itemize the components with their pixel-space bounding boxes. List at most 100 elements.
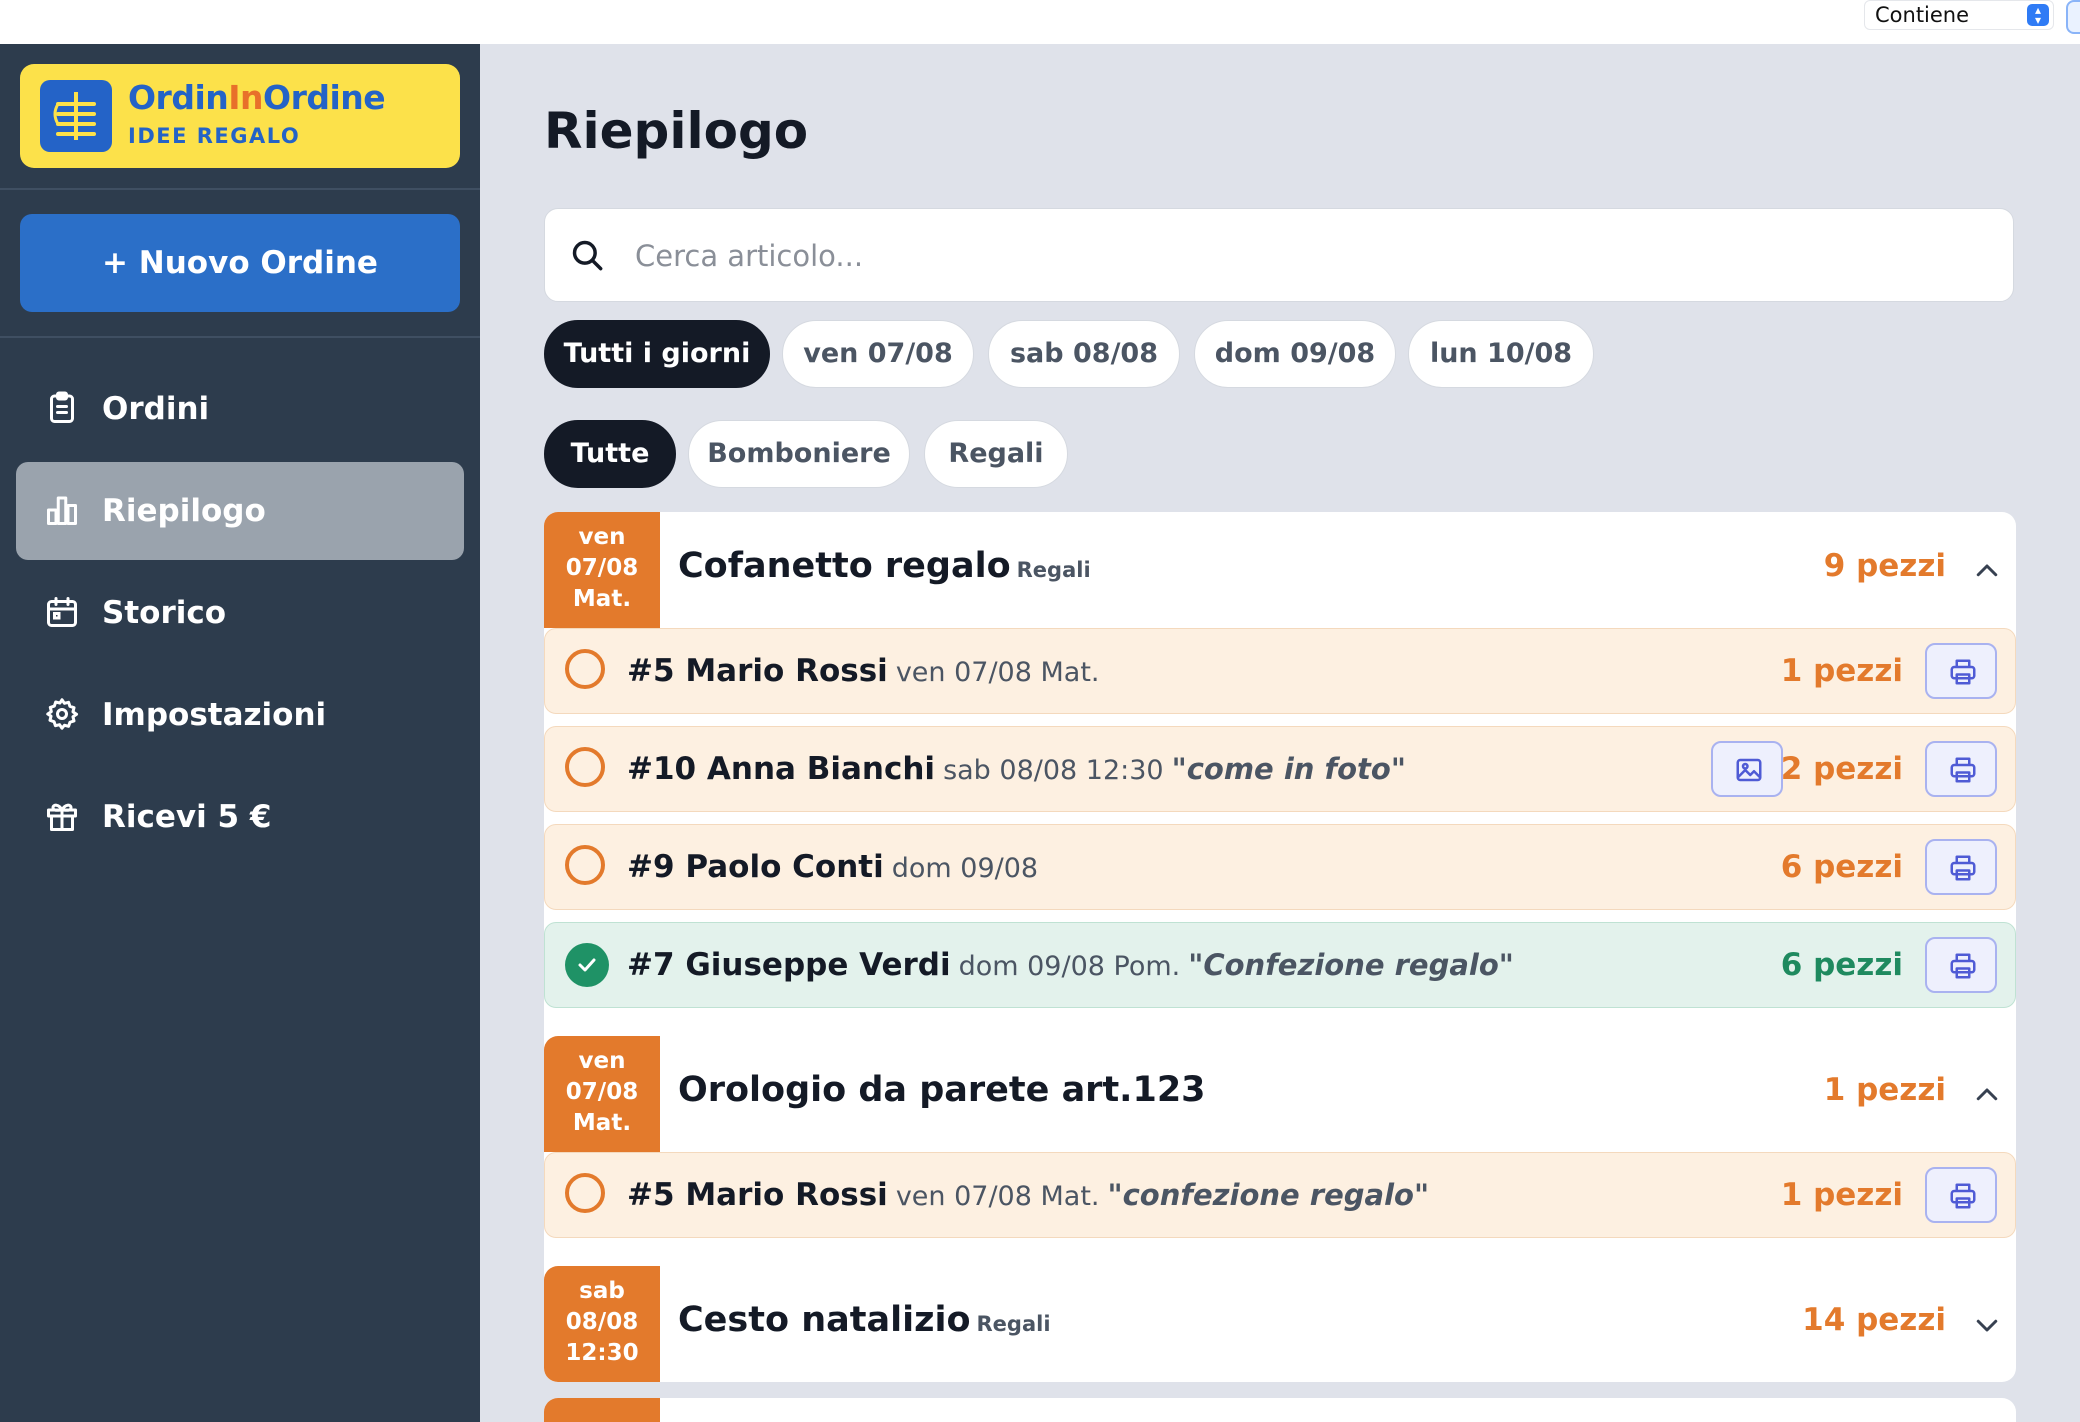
category-filter-regali[interactable]: Regali	[924, 420, 1068, 488]
day-filter-lun[interactable]: lun 10/08	[1408, 320, 1594, 388]
date-badge: sab 08/08 12:30	[544, 1266, 660, 1382]
sidebar-item-storico[interactable]: Storico	[16, 564, 464, 662]
product-header[interactable]: Orologio da parete art.123	[678, 1070, 1206, 1110]
product-qty: 1 pezzi	[1823, 1072, 1946, 1108]
printer-icon	[1950, 953, 1976, 979]
order-name: #5 Mario Rossi	[627, 1177, 888, 1213]
order-when: ven 07/08 Mat.	[895, 657, 1100, 688]
day-filter-all[interactable]: Tutti i giorni	[544, 320, 770, 388]
order-note: "Confezione regalo"	[1188, 948, 1514, 982]
brand-subtitle: IDEE REGALO	[128, 124, 301, 148]
order-name: #10 Anna Bianchi	[627, 751, 936, 787]
chevron-up-icon[interactable]	[1972, 556, 2002, 586]
order-row[interactable]: #5 Mario Rossi ven 07/08 Mat. "confezione …	[544, 1152, 2016, 1238]
product-card: ven 07/08 Mat. Cofanetto regalo Regali 9 pe…	[544, 512, 2016, 1064]
product-name: Cofanetto regalo	[678, 546, 1011, 586]
order-when: dom 09/08	[891, 853, 1039, 884]
order-qty: 1 pezzi	[1780, 1177, 1903, 1213]
product-header[interactable]: Cofanetto regalo Regali	[678, 546, 1091, 586]
divider	[0, 188, 480, 190]
sidebar-item-label: Storico	[102, 595, 227, 631]
order-note: "confezione regalo"	[1107, 1178, 1430, 1212]
product-qty: 14 pezzi	[1802, 1302, 1946, 1338]
status-done-icon[interactable]	[565, 943, 609, 987]
main-content: Riepilogo Tutti i giorni ven 07/08 sab 0…	[480, 44, 2080, 1422]
chevron-down-icon[interactable]	[1972, 1310, 2002, 1340]
sidebar-item-label: Ricevi 5 €	[102, 799, 272, 835]
sidebar-item-label: Impostazioni	[102, 697, 327, 733]
product-card[interactable]	[544, 1398, 2016, 1422]
product-name: Cesto natalizio	[678, 1300, 971, 1340]
order-when: ven 07/08 Mat.	[895, 1181, 1100, 1212]
product-category: Regali	[976, 1312, 1051, 1336]
brand-logo[interactable]: OrdinInOrdine IDEE REGALO	[20, 64, 460, 168]
day-filter-ven[interactable]: ven 07/08	[782, 320, 974, 388]
calendar-icon	[47, 597, 77, 627]
print-button[interactable]	[1925, 937, 1997, 993]
browser-top-strip: Contiene ▴ ▾	[0, 0, 2080, 44]
status-pending-icon[interactable]	[565, 747, 605, 787]
product-qty: 9 pezzi	[1823, 548, 1946, 584]
status-pending-icon[interactable]	[565, 1173, 605, 1213]
date-badge	[544, 1398, 660, 1422]
order-when: dom 09/08 Pom.	[958, 951, 1181, 982]
status-pending-icon[interactable]	[565, 845, 605, 885]
logo-mark-icon	[40, 80, 112, 152]
order-note: "come in foto"	[1171, 752, 1406, 786]
printer-icon	[1950, 757, 1976, 783]
clipboard-icon	[50, 391, 74, 423]
image-icon	[1736, 758, 1762, 782]
product-header[interactable]: Cesto natalizio Regali	[678, 1300, 1051, 1340]
print-button[interactable]	[1925, 643, 1997, 699]
divider	[0, 336, 480, 338]
search-input[interactable]	[633, 229, 1977, 283]
photo-button[interactable]	[1711, 741, 1783, 797]
category-filter-all[interactable]: Tutte	[544, 420, 676, 488]
printer-icon	[1950, 855, 1976, 881]
order-qty: 2 pezzi	[1780, 751, 1903, 787]
filter-mode-select[interactable]: Contiene ▴ ▾	[1864, 0, 2054, 30]
page-title: Riepilogo	[544, 102, 809, 160]
order-row[interactable]: #5 Mario Rossi ven 07/08 Mat. 1 pezzi	[544, 628, 2016, 714]
new-order-button[interactable]: + Nuovo Ordine	[20, 214, 460, 312]
sidebar-item-label: Ordini	[102, 391, 210, 427]
order-qty: 1 pezzi	[1780, 653, 1903, 689]
gear-icon	[46, 698, 79, 730]
order-name: #9 Paolo Conti	[627, 849, 884, 885]
order-qty: 6 pezzi	[1780, 947, 1903, 983]
order-qty: 6 pezzi	[1780, 849, 1903, 885]
product-card: ven 07/08 Mat. Orologio da parete art.123 …	[544, 1036, 2016, 1294]
print-button[interactable]	[1925, 741, 1997, 797]
print-button[interactable]	[1925, 1167, 1997, 1223]
date-badge: ven 07/08 Mat.	[544, 1036, 660, 1152]
order-row[interactable]: #9 Paolo Conti dom 09/08 6 pezzi	[544, 824, 2016, 910]
select-arrows-icon: ▴ ▾	[2027, 4, 2049, 26]
day-filter-dom[interactable]: dom 09/08	[1194, 320, 1396, 388]
order-row[interactable]: #10 Anna Bianchi sab 08/08 12:30 "come in …	[544, 726, 2016, 812]
search-icon	[572, 240, 603, 271]
sidebar-item-ordini[interactable]: Ordini	[16, 360, 464, 458]
gift-icon	[47, 803, 77, 831]
product-card[interactable]: sab 08/08 12:30 Cesto natalizio Regali 14 p…	[544, 1266, 2016, 1382]
category-filter-bomboniere[interactable]: Bomboniere	[688, 420, 910, 488]
chevron-up-icon[interactable]	[1972, 1080, 2002, 1110]
filter-mode-value: Contiene	[1875, 3, 1970, 27]
search-box[interactable]	[544, 208, 2014, 302]
sidebar-item-impostazioni[interactable]: Impostazioni	[16, 666, 464, 764]
print-button[interactable]	[1925, 839, 1997, 895]
sidebar-item-riepilogo[interactable]: Riepilogo	[16, 462, 464, 560]
bar-chart-icon	[47, 496, 77, 525]
printer-icon	[1950, 659, 1976, 685]
sidebar-item-ricevi[interactable]: Ricevi 5 €	[16, 768, 464, 866]
product-category: Regali	[1016, 558, 1091, 582]
edge-button[interactable]	[2066, 0, 2080, 34]
order-when: sab 08/08 12:30	[943, 755, 1164, 786]
printer-icon	[1950, 1183, 1976, 1209]
date-badge: ven 07/08 Mat.	[544, 512, 660, 628]
day-filter-sab[interactable]: sab 08/08	[988, 320, 1180, 388]
sidebar: OrdinInOrdine IDEE REGALO + Nuovo Ordine…	[0, 44, 480, 1422]
status-pending-icon[interactable]	[565, 649, 605, 689]
order-row[interactable]: #7 Giuseppe Verdi dom 09/08 Pom. "Confezio…	[544, 922, 2016, 1008]
sidebar-item-label: Riepilogo	[102, 493, 266, 529]
order-name: #5 Mario Rossi	[627, 653, 888, 689]
